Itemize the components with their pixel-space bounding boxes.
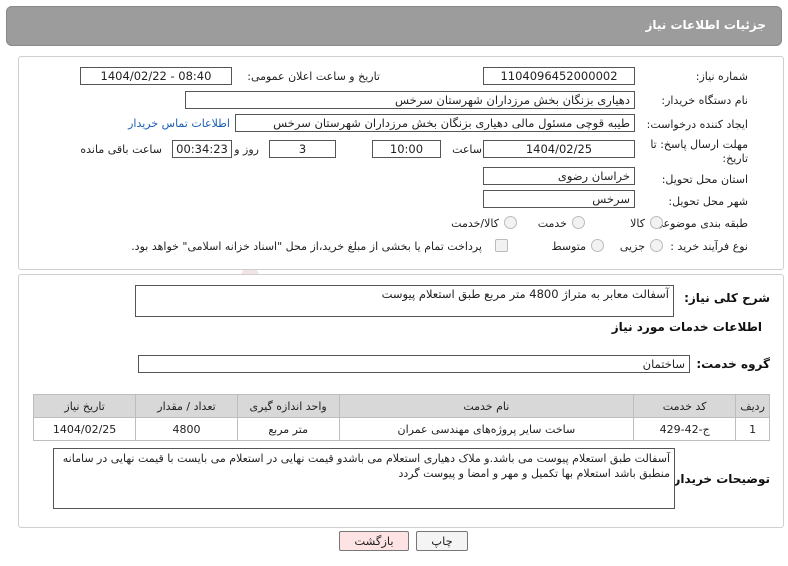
announce-datetime-field: 1404/02/22 - 08:40 xyxy=(80,67,232,85)
treasury-payment-checkbox[interactable] xyxy=(495,239,508,252)
buyer-org-field: دهیاری بزنگان بخش مرزداران شهرستان سرخس xyxy=(185,91,635,109)
deadline-label: مهلت ارسال پاسخ: تا xyxy=(650,138,748,151)
province-field: خراسان رضوی xyxy=(483,167,635,185)
deadline-time-label: ساعت xyxy=(452,143,482,156)
category-label: طبقه بندی موضوعی: xyxy=(650,217,748,230)
buyer-org-label: نام دستگاه خریدار: xyxy=(661,94,748,107)
requester-field: طیبه قوچی مسئول مالی دهیاری بزنگان بخش م… xyxy=(235,114,635,132)
service-group-field: ساختمان xyxy=(138,355,690,373)
category-service-radio[interactable] xyxy=(572,216,585,229)
summary-textarea: آسفالت معابر به متراژ 4800 متر مربع طبق … xyxy=(135,285,674,317)
requester-label: ایجاد کننده درخواست: xyxy=(646,118,748,131)
category-goods-label: کالا xyxy=(630,217,645,230)
buyer-notes-text: آسفالت طبق استعلام پیوست می باشد.و ملاک … xyxy=(62,452,670,480)
print-button[interactable]: چاپ xyxy=(416,531,468,551)
back-button[interactable]: بازگشت xyxy=(339,531,409,551)
category-service-label: خدمت xyxy=(537,217,567,230)
process-medium-radio[interactable] xyxy=(591,239,604,252)
cell-row-number: 1 xyxy=(735,417,770,441)
remaining-days-field: 3 xyxy=(269,140,336,158)
treasury-payment-note: پرداخت تمام یا بخشی از مبلغ خرید،از محل … xyxy=(131,240,482,253)
deadline-time-field: 10:00 xyxy=(372,140,441,158)
category-goods-service-label: کالا/خدمت xyxy=(451,217,499,230)
col-quantity: تعداد / مقدار xyxy=(135,394,238,418)
category-goods-service-radio[interactable] xyxy=(504,216,517,229)
col-service-name: نام خدمت xyxy=(338,394,635,418)
need-number-field: 1104096452000002 xyxy=(483,67,635,85)
col-unit: واحد اندازه گیری xyxy=(236,394,340,418)
cell-need-date: 1404/02/25 xyxy=(32,417,137,441)
process-medium-label: متوسط xyxy=(551,240,586,253)
col-service-code: کد خدمت xyxy=(633,394,737,418)
remaining-time-field: 00:34:23 xyxy=(172,140,232,158)
cell-service-name: ساخت سایر پروژه‌های مهندسی عمران xyxy=(338,417,635,441)
cell-quantity: 4800 xyxy=(135,417,238,441)
col-need-date: تاریخ نیاز xyxy=(32,394,137,418)
cell-unit: متر مربع xyxy=(236,417,340,441)
buyer-contact-link[interactable]: اطلاعات تماس خریدار xyxy=(128,117,230,130)
process-minor-label: جزیی xyxy=(619,240,645,253)
buyer-notes-label: توضیحات خریدار: xyxy=(668,472,770,486)
province-label: استان محل تحویل: xyxy=(661,173,748,186)
summary-label: شرح کلی نیاز: xyxy=(684,291,770,305)
page-header: جزئیات اطلاعات نیاز xyxy=(6,6,782,46)
deadline-date-label: تاریخ: xyxy=(722,152,748,165)
city-label: شهر محل تحویل: xyxy=(668,195,748,208)
services-table: تاریخ نیاز تعداد / مقدار واحد اندازه گیر… xyxy=(32,394,770,441)
city-field: سرخس xyxy=(483,190,635,208)
table-row: 1404/02/25 4800 متر مربع ساخت سایر پروژه… xyxy=(32,417,770,441)
services-section-title: اطلاعات خدمات مورد نیاز xyxy=(611,320,762,334)
service-group-label: گروه خدمت: xyxy=(696,357,770,371)
page-title: جزئیات اطلاعات نیاز xyxy=(645,18,766,32)
need-number-label: شماره نیاز: xyxy=(695,70,748,83)
remaining-time-label: ساعت باقی مانده xyxy=(80,143,162,156)
remaining-days-label: روز و xyxy=(234,143,259,156)
deadline-date-field: 1404/02/25 xyxy=(483,140,635,158)
col-row-number: ردیف xyxy=(735,394,770,418)
announce-datetime-label: تاریخ و ساعت اعلان عمومی: xyxy=(247,70,380,83)
process-minor-radio[interactable] xyxy=(650,239,663,252)
buyer-notes-textarea: آسفالت طبق استعلام پیوست می باشد.و ملاک … xyxy=(53,448,675,509)
category-goods-radio[interactable] xyxy=(650,216,663,229)
need-info-panel xyxy=(18,56,784,270)
table-header-row: تاریخ نیاز تعداد / مقدار واحد اندازه گیر… xyxy=(32,394,770,418)
cell-service-code: ج-42-429 xyxy=(633,417,737,441)
summary-text: آسفالت معابر به متراژ 4800 متر مربع طبق … xyxy=(381,287,669,301)
process-type-label: نوع فرآیند خرید : xyxy=(670,240,748,253)
